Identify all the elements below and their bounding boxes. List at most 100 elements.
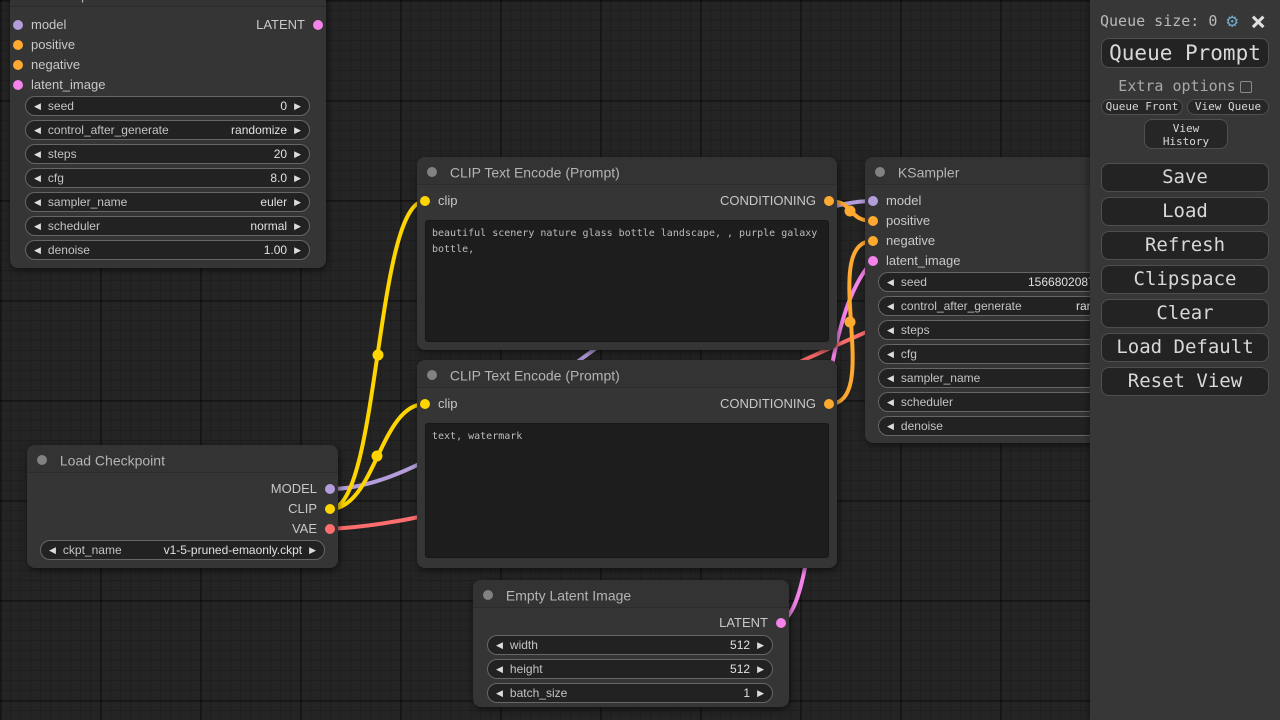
queue-size-label: Queue size: 0 (1100, 12, 1217, 30)
decrement-arrow-icon[interactable]: ◀ (34, 192, 41, 212)
decrement-arrow-icon[interactable]: ◀ (887, 416, 894, 436)
batch-size-widget[interactable]: ◀ batch_size 1 ▶ (487, 683, 773, 703)
slot-label: positive (31, 35, 75, 55)
increment-arrow-icon[interactable]: ▶ (294, 216, 301, 236)
latent-output-slot[interactable] (776, 618, 786, 628)
decrement-arrow-icon[interactable]: ◀ (496, 683, 503, 703)
latent-output-slot[interactable] (313, 20, 323, 30)
negative-input-slot[interactable] (13, 60, 23, 70)
collapse-dot[interactable] (875, 167, 885, 177)
decrement-arrow-icon[interactable]: ◀ (49, 540, 56, 560)
node-ksampler-left[interactable]: KSampler model LATENT positive negative … (10, 0, 326, 268)
slot-label: latent_image (31, 75, 105, 95)
node-empty-latent-header[interactable]: Empty Latent Image (473, 580, 789, 608)
latent-image-input-slot[interactable] (868, 256, 878, 266)
close-icon[interactable]: × (1250, 7, 1266, 37)
decrement-arrow-icon[interactable]: ◀ (887, 368, 894, 388)
widget-value: 20 (274, 147, 287, 161)
sampler-name-widget[interactable]: ◀ sampler_name euler ▶ (25, 192, 310, 212)
view-queue-button[interactable]: View Queue (1187, 99, 1269, 115)
decrement-arrow-icon[interactable]: ◀ (34, 240, 41, 260)
decrement-arrow-icon[interactable]: ◀ (887, 344, 894, 364)
node-load-checkpoint-header[interactable]: Load Checkpoint (27, 445, 338, 473)
clip-input-slot[interactable] (420, 399, 430, 409)
decrement-arrow-icon[interactable]: ◀ (34, 144, 41, 164)
decrement-arrow-icon[interactable]: ◀ (34, 96, 41, 116)
latent-image-input-slot[interactable] (13, 80, 23, 90)
model-output-slot[interactable] (325, 484, 335, 494)
seed-widget[interactable]: ◀ seed 0 ▶ (25, 96, 310, 116)
ckpt-name-widget[interactable]: ◀ ckpt_name v1-5-pruned-emaonly.ckpt ▶ (40, 540, 325, 560)
increment-arrow-icon[interactable]: ▶ (294, 240, 301, 260)
clip-input-slot[interactable] (420, 196, 430, 206)
clear-button[interactable]: Clear (1101, 299, 1269, 328)
collapse-dot[interactable] (427, 370, 437, 380)
decrement-arrow-icon[interactable]: ◀ (496, 635, 503, 655)
node-ksampler-left-header[interactable]: KSampler (10, 0, 326, 7)
model-input-slot[interactable] (13, 20, 23, 30)
height-widget[interactable]: ◀ height 512 ▶ (487, 659, 773, 679)
queue-front-button[interactable]: Queue Front (1101, 99, 1183, 115)
decrement-arrow-icon[interactable]: ◀ (34, 168, 41, 188)
increment-arrow-icon[interactable]: ▶ (757, 659, 764, 679)
increment-arrow-icon[interactable]: ▶ (757, 683, 764, 703)
clipspace-button[interactable]: Clipspace (1101, 265, 1269, 294)
load-button[interactable]: Load (1101, 197, 1269, 226)
increment-arrow-icon[interactable]: ▶ (294, 96, 301, 116)
collapse-dot[interactable] (427, 167, 437, 177)
increment-arrow-icon[interactable]: ▶ (294, 120, 301, 140)
link-midpoint-dot (845, 317, 856, 328)
vae-output-slot[interactable] (325, 524, 335, 534)
increment-arrow-icon[interactable]: ▶ (294, 144, 301, 164)
model-input-slot[interactable] (868, 196, 878, 206)
widget-label: denoise (48, 243, 264, 257)
widget-label: scheduler (48, 219, 250, 233)
positive-prompt-textarea[interactable]: beautiful scenery nature glass bottle la… (425, 220, 829, 342)
decrement-arrow-icon[interactable]: ◀ (34, 216, 41, 236)
load-default-button[interactable]: Load Default (1101, 333, 1269, 362)
negative-prompt-textarea[interactable]: text, watermark (425, 423, 829, 558)
node-graph-canvas[interactable]: KSampler model LATENT positive negative … (0, 0, 1280, 720)
steps-widget[interactable]: ◀ steps 20 ▶ (25, 144, 310, 164)
view-history-line1: View (1145, 122, 1227, 135)
node-clip-negative-header[interactable]: CLIP Text Encode (Prompt) (417, 360, 837, 388)
refresh-button[interactable]: Refresh (1101, 231, 1269, 260)
node-load-checkpoint[interactable]: Load Checkpoint MODEL CLIP VAE ◀ ckpt_na… (27, 445, 338, 568)
widget-label: height (510, 662, 730, 676)
cfg-widget[interactable]: ◀ cfg 8.0 ▶ (25, 168, 310, 188)
clip-output-slot[interactable] (325, 504, 335, 514)
node-clip-positive-header[interactable]: CLIP Text Encode (Prompt) (417, 157, 837, 185)
decrement-arrow-icon[interactable]: ◀ (887, 392, 894, 412)
conditioning-output-slot[interactable] (824, 399, 834, 409)
settings-gear-icon[interactable]: ⚙ (1227, 10, 1238, 32)
decrement-arrow-icon[interactable]: ◀ (34, 120, 41, 140)
node-clip-text-encode-positive[interactable]: CLIP Text Encode (Prompt) clip CONDITION… (417, 157, 837, 350)
collapse-dot[interactable] (37, 455, 47, 465)
positive-input-slot[interactable] (868, 216, 878, 226)
view-history-button[interactable]: View History (1144, 119, 1228, 149)
scheduler-widget[interactable]: ◀ scheduler normal ▶ (25, 216, 310, 236)
widget-value: 512 (730, 662, 750, 676)
denoise-widget[interactable]: ◀ denoise 1.00 ▶ (25, 240, 310, 260)
increment-arrow-icon[interactable]: ▶ (294, 168, 301, 188)
increment-arrow-icon[interactable]: ▶ (294, 192, 301, 212)
conditioning-output-slot[interactable] (824, 196, 834, 206)
decrement-arrow-icon[interactable]: ◀ (496, 659, 503, 679)
save-button[interactable]: Save (1101, 163, 1269, 192)
decrement-arrow-icon[interactable]: ◀ (887, 272, 894, 292)
slot-label: model (31, 15, 66, 35)
control-after-generate-widget[interactable]: ◀ control_after_generate randomize ▶ (25, 120, 310, 140)
decrement-arrow-icon[interactable]: ◀ (887, 296, 894, 316)
queue-prompt-button[interactable]: Queue Prompt (1101, 38, 1269, 68)
collapse-dot[interactable] (483, 590, 493, 600)
node-empty-latent-image[interactable]: Empty Latent Image LATENT ◀ width 512 ▶ … (473, 580, 789, 707)
reset-view-button[interactable]: Reset View (1101, 367, 1269, 396)
increment-arrow-icon[interactable]: ▶ (757, 635, 764, 655)
node-clip-text-encode-negative[interactable]: CLIP Text Encode (Prompt) clip CONDITION… (417, 360, 837, 568)
width-widget[interactable]: ◀ width 512 ▶ (487, 635, 773, 655)
decrement-arrow-icon[interactable]: ◀ (887, 320, 894, 340)
increment-arrow-icon[interactable]: ▶ (309, 540, 316, 560)
negative-input-slot[interactable] (868, 236, 878, 246)
extra-options-checkbox[interactable] (1240, 81, 1252, 93)
positive-input-slot[interactable] (13, 40, 23, 50)
